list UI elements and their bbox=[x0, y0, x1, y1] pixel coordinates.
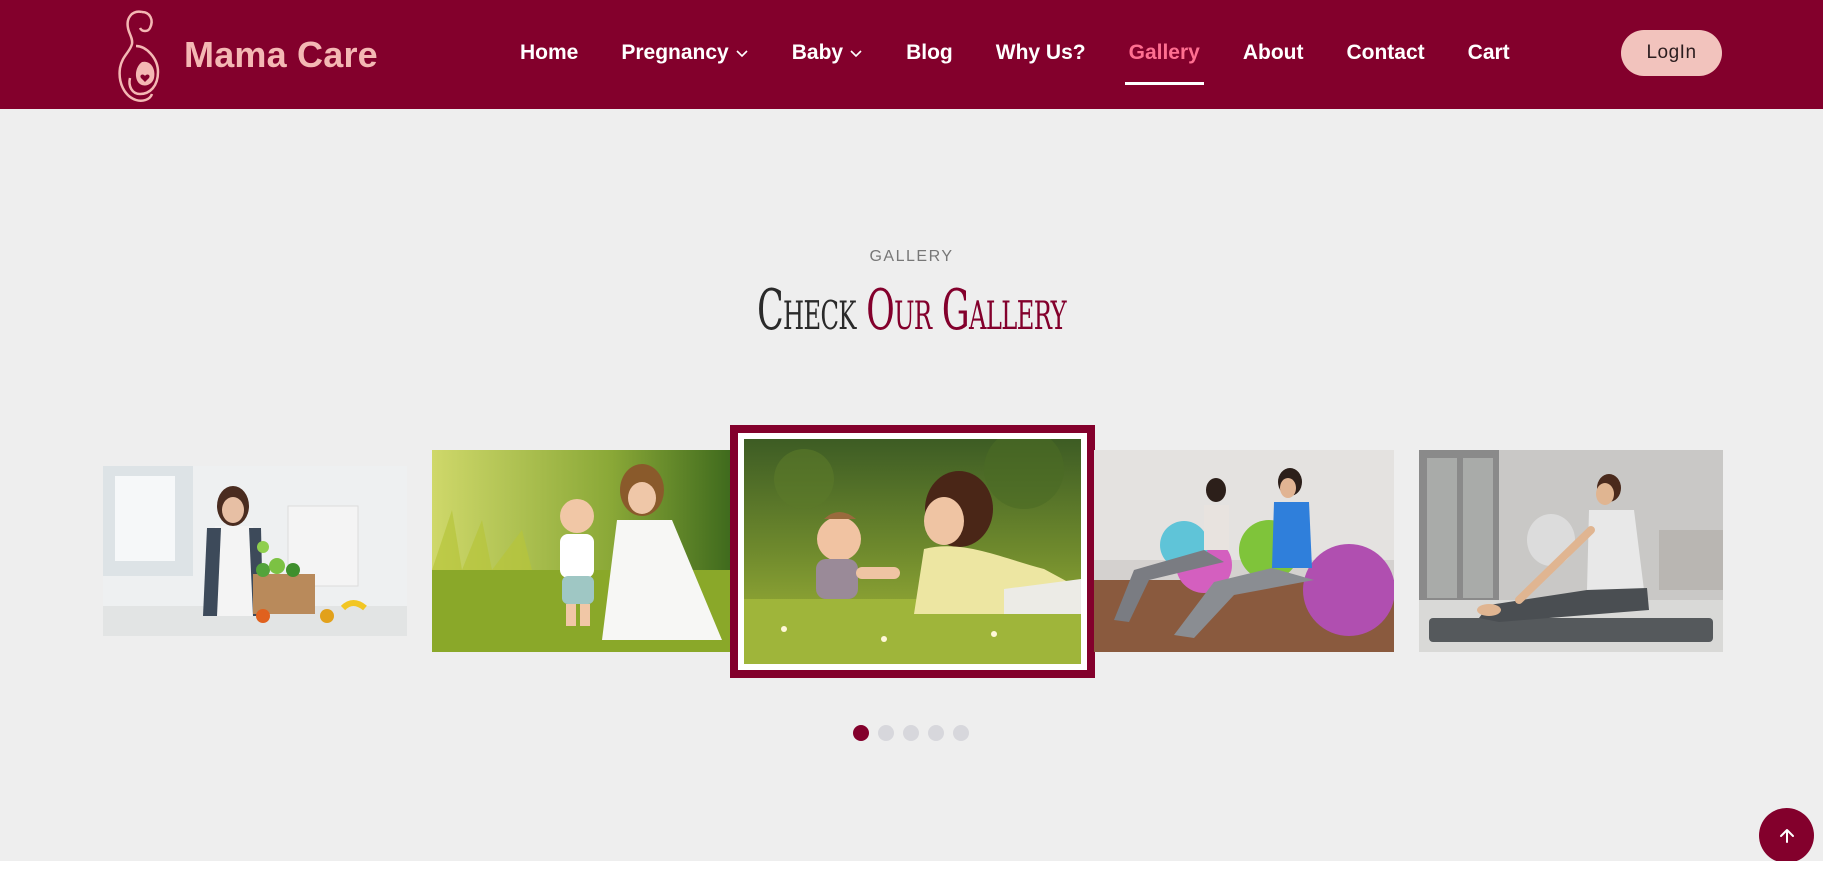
pregnant-woman-logo-icon bbox=[118, 10, 160, 102]
login-button[interactable]: LogIn bbox=[1621, 30, 1722, 76]
brand-name: Mama Care bbox=[184, 34, 378, 75]
brand-logo[interactable]: Mama Care bbox=[112, 6, 378, 104]
gallery-slide[interactable] bbox=[103, 466, 407, 636]
gallery-title: Check Our Gallery bbox=[346, 278, 1476, 343]
scroll-to-top-button[interactable] bbox=[1759, 808, 1814, 863]
mother-baby-grass-photo bbox=[432, 450, 731, 652]
nav-baby[interactable]: Baby bbox=[792, 41, 863, 65]
gallery-slide-active[interactable] bbox=[730, 425, 1095, 678]
pagination-dot-2[interactable] bbox=[878, 725, 894, 741]
nav-baby-label: Baby bbox=[791, 41, 844, 64]
slide-frame bbox=[738, 433, 1087, 670]
section-label: GALLERY bbox=[869, 248, 954, 265]
gallery-pagination bbox=[853, 725, 969, 741]
nav-contact-label: Contact bbox=[1346, 41, 1425, 64]
nav-home[interactable]: Home bbox=[520, 41, 578, 65]
gallery-slide[interactable] bbox=[1419, 450, 1723, 652]
gallery-slide[interactable] bbox=[432, 450, 731, 652]
site-header: Mama Care Home Pregnancy Baby Blog Why U… bbox=[0, 0, 1823, 109]
nav-why-us-label: Why Us? bbox=[995, 41, 1086, 64]
mother-lying-grass-baby-photo bbox=[744, 439, 1081, 664]
page-bottom-edge bbox=[0, 861, 1823, 875]
nav-cart-label: Cart bbox=[1467, 41, 1510, 64]
nav-home-label: Home bbox=[520, 41, 579, 64]
nav-contact[interactable]: Contact bbox=[1346, 41, 1424, 65]
gallery-slide[interactable] bbox=[1094, 450, 1394, 652]
pregnant-yoga-stretch-photo bbox=[1419, 450, 1723, 652]
nav-gallery[interactable]: Gallery bbox=[1124, 41, 1205, 85]
pregnant-fitness-balls-photo bbox=[1094, 450, 1394, 652]
chevron-down-icon bbox=[736, 50, 748, 58]
chevron-down-icon bbox=[850, 50, 862, 58]
nav-about[interactable]: About bbox=[1243, 41, 1304, 65]
nav-blog[interactable]: Blog bbox=[906, 41, 953, 65]
main-nav: Home Pregnancy Baby Blog Why Us? Gallery… bbox=[520, 0, 1553, 106]
nav-pregnancy[interactable]: Pregnancy bbox=[621, 41, 748, 65]
nav-gallery-label: Gallery bbox=[1128, 41, 1200, 64]
pagination-dot-1[interactable] bbox=[853, 725, 869, 741]
nav-about-label: About bbox=[1242, 41, 1304, 64]
nav-blog-label: Blog bbox=[906, 41, 953, 64]
nav-pregnancy-label: Pregnancy bbox=[621, 41, 729, 64]
pregnant-kitchen-photo bbox=[103, 466, 407, 636]
gallery-title-part1: Check bbox=[757, 278, 867, 343]
nav-why-us[interactable]: Why Us? bbox=[996, 41, 1086, 65]
arrow-up-icon bbox=[1779, 828, 1794, 843]
pagination-dot-4[interactable] bbox=[928, 725, 944, 741]
gallery-title-part2: Our Gallery bbox=[866, 278, 1066, 343]
nav-cart[interactable]: Cart bbox=[1468, 41, 1510, 65]
pagination-dot-5[interactable] bbox=[953, 725, 969, 741]
pagination-dot-3[interactable] bbox=[903, 725, 919, 741]
